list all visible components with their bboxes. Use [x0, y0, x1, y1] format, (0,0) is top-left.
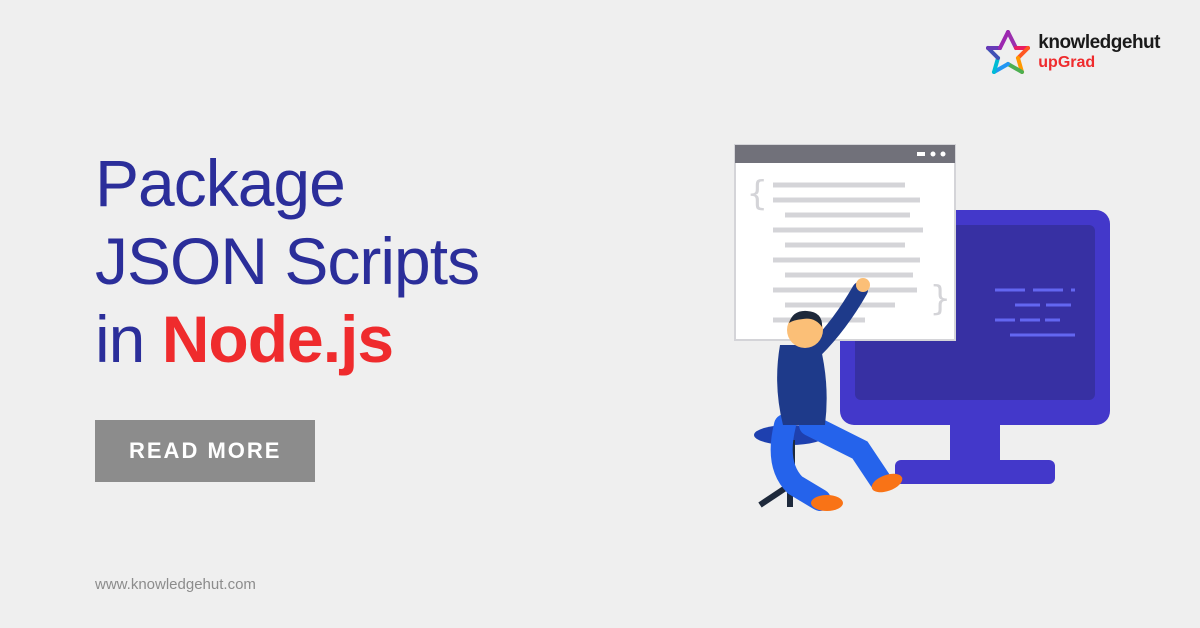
person-torso	[777, 345, 827, 425]
logo-sub-text: upGrad	[1038, 54, 1160, 72]
shoe-left	[811, 495, 843, 511]
svg-text:}: }	[930, 279, 950, 319]
title-highlight: Node.js	[162, 302, 393, 376]
read-more-button[interactable]: READ MORE	[95, 420, 315, 482]
title-line-2: JSON Scripts	[95, 224, 479, 298]
person-hand	[856, 278, 870, 292]
developer-illustration: { }	[665, 135, 1125, 535]
person-leg-right	[810, 425, 880, 480]
monitor-base	[895, 460, 1055, 484]
logo-main-text: knowledgehut	[1038, 33, 1160, 54]
title-line-1: Package	[95, 146, 345, 220]
logo-star-icon	[986, 30, 1030, 74]
brand-logo: knowledgehut upGrad	[986, 30, 1160, 74]
monitor-neck	[950, 425, 1000, 460]
logo-text: knowledgehut upGrad	[1038, 33, 1160, 71]
svg-text:{: {	[747, 174, 767, 214]
website-url: www.knowledgehut.com	[95, 576, 256, 593]
page-title: Package JSON Scripts in Node.js	[95, 145, 479, 379]
title-line-3-prefix: in	[95, 302, 162, 376]
